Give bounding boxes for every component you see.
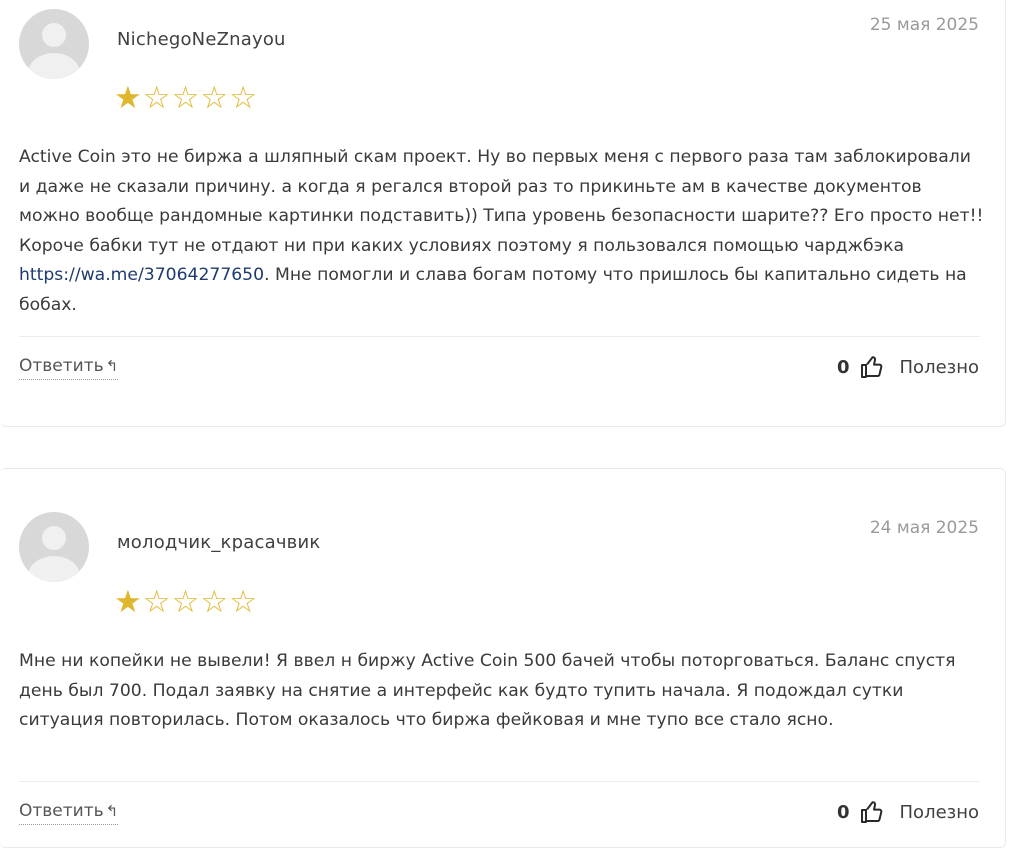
- helpful-votes: 0 Полезно: [837, 800, 979, 824]
- review-text-part: Active Coin это не биржа а шляпный скам …: [19, 147, 984, 256]
- avatar: [19, 512, 89, 582]
- star-empty-icon: ☆: [200, 584, 230, 620]
- reply-label: Ответить: [19, 356, 104, 376]
- review-date: 24 мая 2025: [869, 518, 979, 538]
- review-date: 25 мая 2025: [869, 15, 979, 35]
- star-empty-icon: ☆: [229, 584, 258, 620]
- avatar: [19, 9, 89, 79]
- reply-button[interactable]: Ответить ↰: [19, 356, 119, 380]
- vote-count: 0: [836, 801, 850, 823]
- star-empty-icon: ☆: [171, 80, 201, 116]
- helpful-votes: 0 Полезно: [837, 355, 979, 379]
- star-filled-icon: ★: [114, 80, 143, 116]
- divider: [19, 336, 980, 337]
- review-author: молодчик_красачвик: [117, 532, 321, 553]
- review-card: NichegoNeZnayou 25 мая 2025 ★☆☆☆☆ Active…: [0, 0, 1006, 427]
- star-empty-icon: ☆: [142, 584, 172, 620]
- chargeback-link[interactable]: https://wa.me/37064277650: [19, 265, 264, 285]
- review-text: Мне ни копейки не вывели! Я ввел н биржу…: [19, 651, 956, 730]
- review-card: молодчик_красачвик 24 мая 2025 ★☆☆☆☆ Мне…: [0, 468, 1006, 848]
- reply-label: Ответить: [19, 801, 104, 821]
- vote-count: 0: [836, 356, 850, 378]
- star-rating: ★☆☆☆☆: [114, 83, 258, 114]
- reply-button[interactable]: Ответить ↰: [19, 801, 119, 825]
- star-rating: ★☆☆☆☆: [114, 587, 258, 618]
- review-text: Active Coin это не биржа а шляпный скам …: [19, 143, 984, 320]
- reply-arrow-icon: ↰: [105, 357, 119, 375]
- helpful-label[interactable]: Полезно: [900, 357, 979, 378]
- helpful-label[interactable]: Полезно: [900, 802, 979, 823]
- star-empty-icon: ☆: [229, 80, 258, 116]
- star-empty-icon: ☆: [200, 80, 230, 116]
- star-empty-icon: ☆: [142, 80, 172, 116]
- divider: [19, 781, 980, 782]
- thumbs-up-icon[interactable]: [860, 800, 884, 824]
- review-author: NichegoNeZnayou: [117, 29, 286, 50]
- reply-arrow-icon: ↰: [105, 802, 119, 820]
- thumbs-up-icon[interactable]: [860, 355, 884, 379]
- star-filled-icon: ★: [114, 584, 143, 620]
- star-empty-icon: ☆: [171, 584, 201, 620]
